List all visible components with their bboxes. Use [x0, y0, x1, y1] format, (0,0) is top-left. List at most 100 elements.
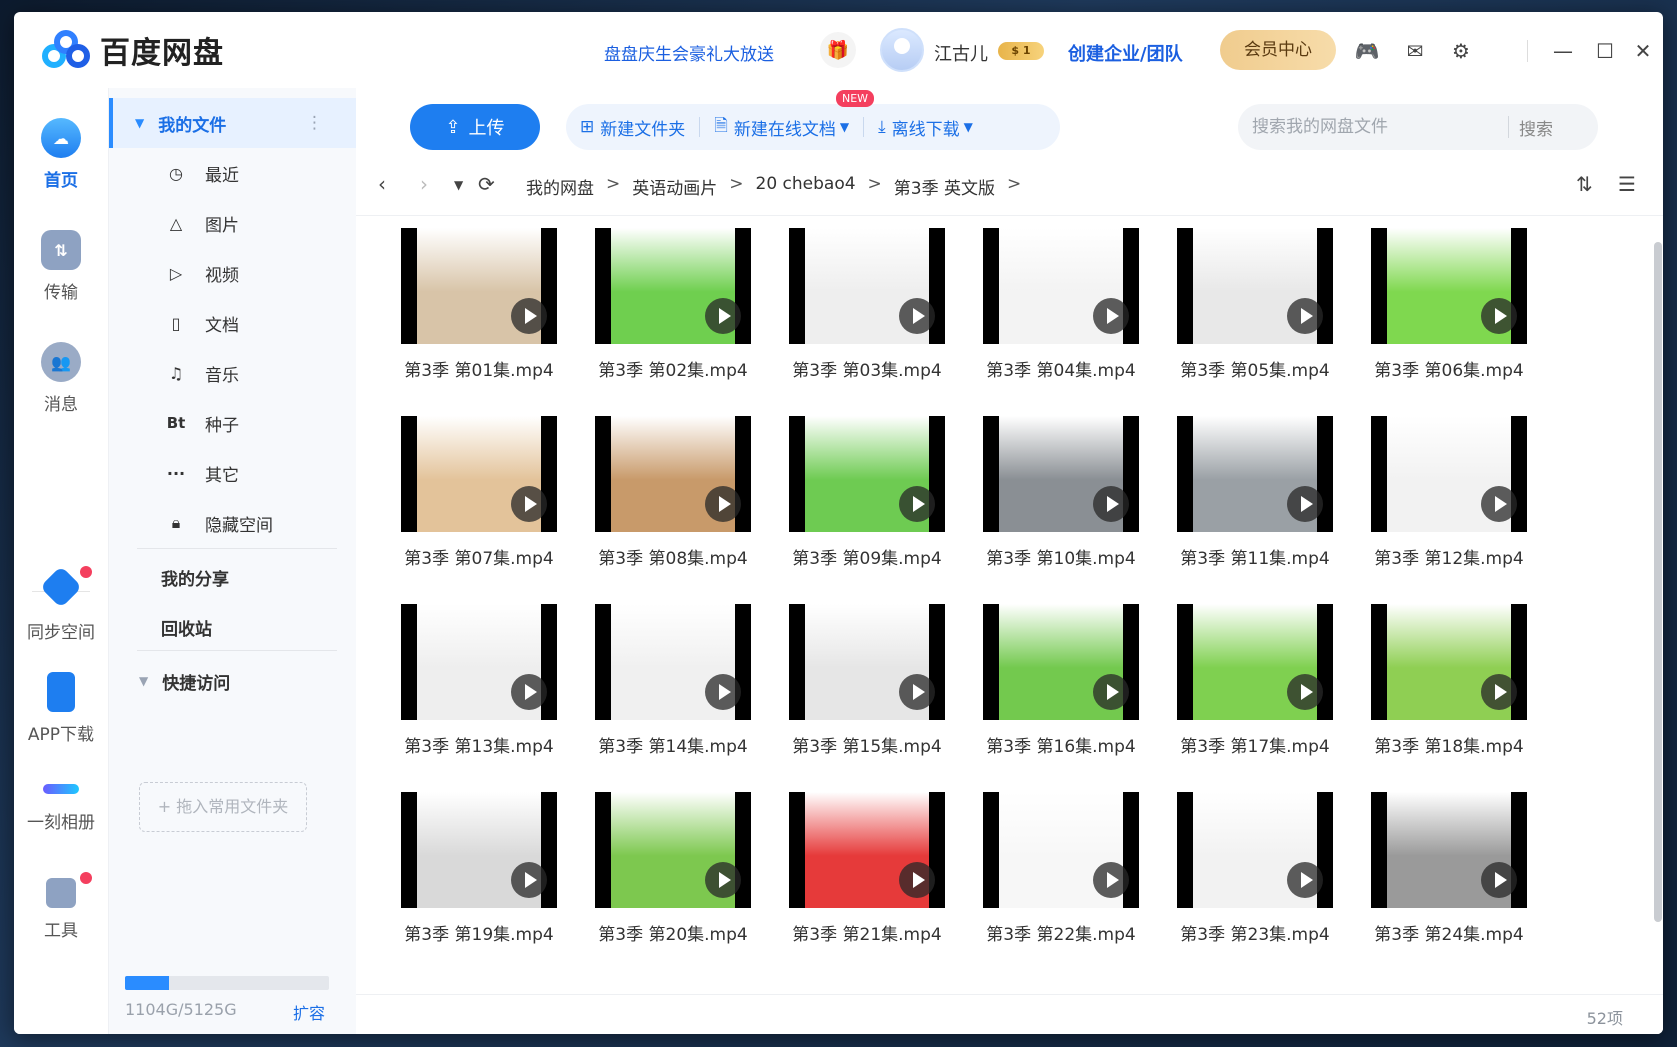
sidebar-item-hidden-space[interactable]: 🔒︎ 隐藏空间: [109, 498, 357, 548]
video-thumbnail[interactable]: [1177, 228, 1333, 344]
gift-icon[interactable]: 🎁: [820, 32, 856, 68]
video-thumbnail[interactable]: [789, 792, 945, 908]
gamepad-icon[interactable]: 🎮: [1354, 38, 1380, 64]
file-name[interactable]: 第3季 第11集.mp4: [1162, 544, 1348, 569]
video-thumbnail[interactable]: [983, 416, 1139, 532]
scrollbar[interactable]: [1654, 228, 1662, 934]
list-view-icon[interactable]: ☰: [1618, 172, 1636, 196]
video-thumbnail[interactable]: [595, 792, 751, 908]
sidebar-item-my-files[interactable]: ▼ 我的文件 ⋮: [109, 98, 357, 148]
play-icon[interactable]: [1481, 674, 1517, 710]
file-name[interactable]: 第3季 第19集.mp4: [386, 920, 572, 945]
file-name[interactable]: 第3季 第07集.mp4: [386, 544, 572, 569]
sidebar-item-images[interactable]: △ 图片: [109, 198, 357, 248]
breadcrumb-item[interactable]: 第3季 英文版: [894, 174, 995, 199]
file-name[interactable]: 第3季 第18集.mp4: [1356, 732, 1542, 757]
video-thumbnail[interactable]: [789, 416, 945, 532]
play-icon[interactable]: [899, 486, 935, 522]
sidebar-item-torrent[interactable]: Bt 种子: [109, 398, 357, 448]
breadcrumb-item[interactable]: 20 chebao4: [756, 174, 856, 199]
file-name[interactable]: 第3季 第02集.mp4: [580, 356, 766, 381]
file-name[interactable]: 第3季 第23集.mp4: [1162, 920, 1348, 945]
app-logo[interactable]: 百度网盘: [42, 28, 224, 72]
file-name[interactable]: 第3季 第17集.mp4: [1162, 732, 1348, 757]
video-thumbnail[interactable]: [789, 604, 945, 720]
vip-center-button[interactable]: 会员中心: [1220, 30, 1336, 70]
video-thumbnail[interactable]: [595, 228, 751, 344]
promo-link[interactable]: 盘盘庆生会豪礼大放送: [604, 40, 774, 65]
video-thumbnail[interactable]: [1177, 604, 1333, 720]
breadcrumb-item[interactable]: 我的网盘: [526, 174, 594, 199]
rail-item-messages[interactable]: 👥 消息: [14, 342, 108, 415]
file-name[interactable]: 第3季 第10集.mp4: [968, 544, 1154, 569]
file-name[interactable]: 第3季 第12集.mp4: [1356, 544, 1542, 569]
rail-item-sync[interactable]: 同步空间: [14, 565, 108, 643]
scrollbar-thumb[interactable]: [1654, 242, 1662, 922]
play-icon[interactable]: [1481, 486, 1517, 522]
play-icon[interactable]: [1093, 298, 1129, 334]
video-thumbnail[interactable]: [789, 228, 945, 344]
video-thumbnail[interactable]: [1371, 604, 1527, 720]
file-name[interactable]: 第3季 第24集.mp4: [1356, 920, 1542, 945]
play-icon[interactable]: [1481, 862, 1517, 898]
play-icon[interactable]: [1093, 862, 1129, 898]
video-thumbnail[interactable]: [1371, 792, 1527, 908]
sidebar-item-recent[interactable]: ◷ 最近: [109, 148, 357, 198]
rail-item-app-download[interactable]: APP下载: [14, 672, 108, 745]
play-icon[interactable]: [705, 298, 741, 334]
offline-download-button[interactable]: ⤓ 离线下载 ▼: [864, 115, 987, 140]
search-input[interactable]: [1238, 117, 1508, 137]
play-icon[interactable]: [511, 486, 547, 522]
rail-item-home[interactable]: ☁ 首页: [14, 118, 108, 191]
play-icon[interactable]: [705, 862, 741, 898]
sidebar-item-docs[interactable]: ▯ 文档: [109, 298, 357, 348]
video-thumbnail[interactable]: [983, 604, 1139, 720]
play-icon[interactable]: [1287, 674, 1323, 710]
play-icon[interactable]: [899, 674, 935, 710]
file-name[interactable]: 第3季 第03集.mp4: [774, 356, 960, 381]
settings-icon[interactable]: ⚙: [1448, 38, 1474, 64]
file-name[interactable]: 第3季 第14集.mp4: [580, 732, 766, 757]
file-name[interactable]: 第3季 第22集.mp4: [968, 920, 1154, 945]
play-icon[interactable]: [511, 674, 547, 710]
file-name[interactable]: 第3季 第16集.mp4: [968, 732, 1154, 757]
file-name[interactable]: 第3季 第04集.mp4: [968, 356, 1154, 381]
play-icon[interactable]: [1093, 674, 1129, 710]
minimize-icon[interactable]: —: [1550, 38, 1576, 64]
sidebar-item-videos[interactable]: ▷ 视频: [109, 248, 357, 298]
rail-item-tools[interactable]: 工具: [14, 872, 108, 941]
forward-icon[interactable]: ›: [420, 172, 428, 196]
file-name[interactable]: 第3季 第13集.mp4: [386, 732, 572, 757]
mail-icon[interactable]: ✉: [1402, 38, 1428, 64]
file-name[interactable]: 第3季 第01集.mp4: [386, 356, 572, 381]
sidebar-item-my-share[interactable]: 我的分享: [109, 552, 357, 602]
sidebar-item-others[interactable]: ··· 其它: [109, 448, 357, 498]
rail-item-transfer[interactable]: ⇅ 传输: [14, 230, 108, 303]
play-icon[interactable]: [511, 862, 547, 898]
file-name[interactable]: 第3季 第09集.mp4: [774, 544, 960, 569]
video-thumbnail[interactable]: [401, 604, 557, 720]
video-thumbnail[interactable]: [401, 792, 557, 908]
file-name[interactable]: 第3季 第05集.mp4: [1162, 356, 1348, 381]
back-icon[interactable]: ‹: [378, 172, 386, 196]
breadcrumb-item[interactable]: 英语动画片: [632, 174, 717, 199]
search-button[interactable]: 搜索: [1519, 115, 1553, 140]
video-thumbnail[interactable]: [983, 792, 1139, 908]
history-dropdown-icon[interactable]: ▼: [454, 178, 463, 192]
video-thumbnail[interactable]: [983, 228, 1139, 344]
sort-icon[interactable]: ⇅: [1576, 172, 1593, 196]
video-thumbnail[interactable]: [1371, 416, 1527, 532]
play-icon[interactable]: [511, 298, 547, 334]
video-thumbnail[interactable]: [595, 416, 751, 532]
upload-button[interactable]: ⇪ 上传: [410, 104, 540, 150]
sidebar-item-quick-access[interactable]: ▼ 快捷访问: [109, 656, 357, 706]
file-name[interactable]: 第3季 第08集.mp4: [580, 544, 766, 569]
expand-storage-link[interactable]: 扩容: [293, 1000, 325, 1024]
more-icon[interactable]: ⋮: [306, 113, 323, 133]
video-thumbnail[interactable]: [401, 228, 557, 344]
video-thumbnail[interactable]: [595, 604, 751, 720]
close-icon[interactable]: ✕: [1630, 38, 1656, 64]
refresh-icon[interactable]: ⟳: [478, 172, 495, 196]
sidebar-item-recycle-bin[interactable]: 回收站: [109, 602, 357, 652]
video-thumbnail[interactable]: [1371, 228, 1527, 344]
